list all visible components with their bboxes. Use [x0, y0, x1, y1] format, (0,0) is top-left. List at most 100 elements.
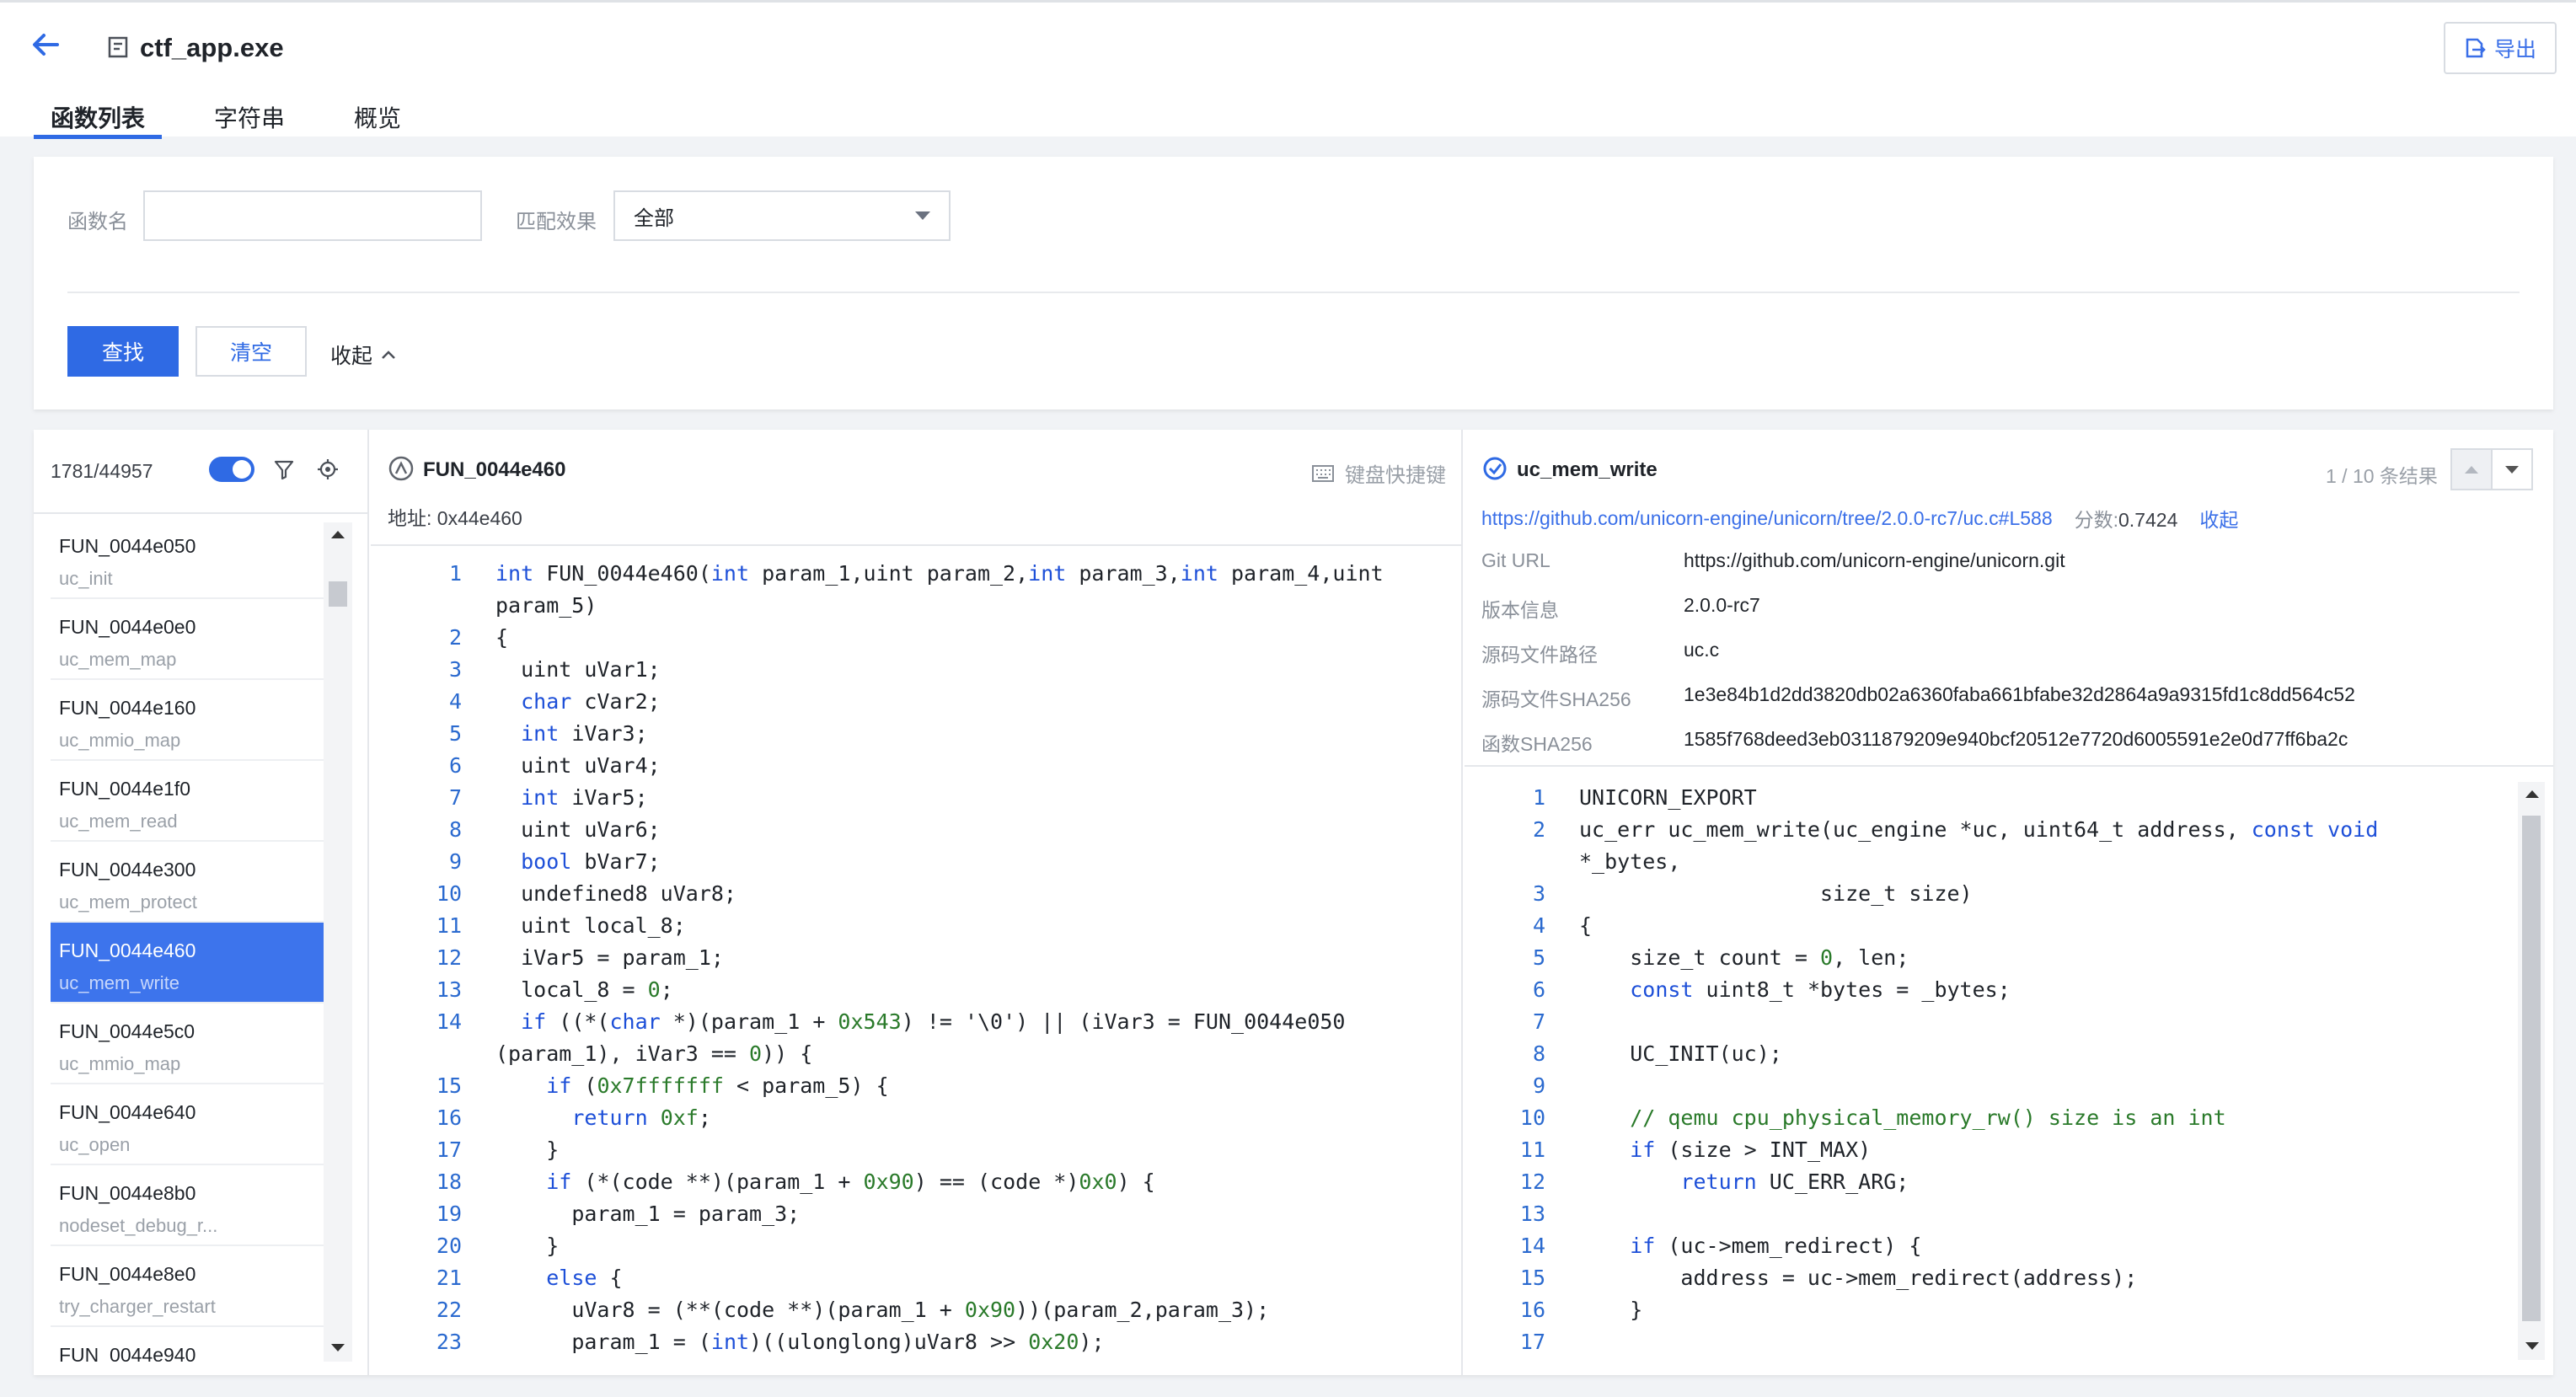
- code-text: uint uVar1;: [495, 657, 661, 682]
- line-number: 14: [1519, 1234, 1545, 1258]
- matched-function-name: try_charger_restart: [59, 1296, 216, 1317]
- function-name: FUN_0044e8e0: [59, 1263, 196, 1285]
- match-select-value: 全部: [634, 206, 674, 230]
- source-link[interactable]: https://github.com/unicorn-engine/unicor…: [1481, 507, 2053, 530]
- list-item[interactable]: FUN_0044e460 uc_mem_write: [51, 923, 324, 1004]
- code-line: 15 if (0x7fffffff < param_5) {: [371, 1070, 1463, 1102]
- line-number: 4: [1532, 913, 1545, 938]
- code-line: 1 int FUN_0044e460(int param_1,uint param…: [371, 558, 1463, 622]
- meta-row: 函数SHA256 1585f768deed3eb0311879209e940bcf…: [1481, 728, 2348, 757]
- line-number: 21: [436, 1266, 462, 1290]
- list-item[interactable]: FUN_0044e640 uc_open: [51, 1084, 324, 1165]
- list-item[interactable]: FUN_0044e8e0 try_charger_restart: [51, 1246, 324, 1327]
- function-name: FUN_0044e940: [59, 1344, 196, 1362]
- scroll-down-icon[interactable]: [2525, 1342, 2539, 1350]
- filter-icon[interactable]: [271, 457, 297, 482]
- line-number: 15: [436, 1073, 462, 1098]
- back-arrow-icon[interactable]: [29, 28, 62, 62]
- keyboard-shortcut-button[interactable]: 键盘快捷键: [1311, 458, 1446, 488]
- code-line: 8 UC_INIT(uc);: [1465, 1038, 2518, 1070]
- code-line: 7: [1465, 1006, 2518, 1038]
- code-line: 1 UNICORN_EXPORT: [1465, 782, 2518, 814]
- clear-button[interactable]: 清空: [195, 326, 307, 377]
- code-text: }: [1579, 1298, 1643, 1322]
- list-item[interactable]: FUN_0044e0e0 uc_mem_map: [51, 599, 324, 680]
- search-button[interactable]: 查找: [67, 326, 179, 377]
- line-number: 14: [436, 1009, 462, 1034]
- scroll-thumb[interactable]: [329, 581, 347, 607]
- match-label: 匹配效果: [516, 211, 597, 233]
- page-title: ctf_app.exe: [140, 33, 284, 62]
- decompile-panel: FUN_0044e460 地址: 0x44e460 键盘快捷键 1 int FUN…: [371, 430, 1463, 1375]
- meta-row: 版本信息 2.0.0-rc7: [1481, 594, 1760, 623]
- code-text: char cVar2;: [521, 689, 661, 714]
- line-number: 22: [436, 1298, 462, 1322]
- meta-row: 源码文件SHA256 1e3e84b1d2dd3820db02a6360faba6…: [1481, 683, 2355, 712]
- list-item[interactable]: FUN_0044e1f0 uc_mem_read: [51, 761, 324, 842]
- scroll-up-icon[interactable]: [331, 531, 345, 538]
- code-line: 20 }: [371, 1230, 1463, 1262]
- prev-result-button[interactable]: [2450, 448, 2493, 490]
- line-number: 13: [1519, 1202, 1545, 1226]
- scroll-up-icon[interactable]: [2525, 790, 2539, 798]
- code-text: int FUN_0044e460(int param_1,uint param_…: [495, 561, 1384, 618]
- match-collapse-link[interactable]: 收起: [2199, 504, 2238, 533]
- list-item[interactable]: FUN_0044e050 uc_init: [51, 518, 324, 599]
- git-url-link[interactable]: https://github.com/unicorn-engine/unicor…: [1684, 549, 2065, 572]
- match-toggle[interactable]: [209, 457, 254, 482]
- function-list: FUN_0044e050 uc_init FUN_0044e0e0 uc_mem_ma…: [51, 518, 324, 1362]
- code-line: 6 uint uVar4;: [371, 750, 1463, 782]
- code-line: 12 iVar5 = param_1;: [371, 942, 1463, 974]
- decompile-code[interactable]: 1 int FUN_0044e460(int param_1,uint param…: [371, 558, 1463, 1375]
- list-item[interactable]: FUN_0044e8b0 nodeset_debug_r...: [51, 1165, 324, 1246]
- line-number: 18: [436, 1170, 462, 1194]
- line-number: 23: [436, 1330, 462, 1354]
- scroll-thumb[interactable]: [2522, 816, 2541, 1321]
- code-text: UNICORN_EXPORT: [1579, 785, 1757, 810]
- code-line: 12 return UC_ERR_ARG;: [1465, 1166, 2518, 1198]
- chevron-up-icon: [2465, 465, 2478, 474]
- code-line: 14 if ((*(char *)(param_1 + 0x543) != '\…: [371, 1006, 1463, 1070]
- locate-icon[interactable]: [315, 457, 340, 482]
- match-header: uc_mem_write 1 / 10 条结果 https://github.c…: [1465, 430, 2553, 767]
- match-select[interactable]: 全部: [613, 190, 951, 241]
- meta-key: 函数SHA256: [1481, 733, 1593, 755]
- list-item[interactable]: FUN_0044e940: [51, 1327, 324, 1362]
- source-scrollbar[interactable]: [2518, 782, 2545, 1360]
- line-number: 12: [1519, 1170, 1545, 1194]
- tab-overview[interactable]: 概览: [337, 94, 418, 139]
- function-name-input[interactable]: [143, 190, 482, 241]
- function-name: FUN_0044e0e0: [59, 616, 196, 638]
- scroll-down-icon[interactable]: [331, 1344, 345, 1352]
- export-icon: [2466, 38, 2486, 58]
- line-number: 6: [1532, 977, 1545, 1002]
- code-text: param_1 = param_3;: [495, 1202, 801, 1226]
- matched-function-name: uc_open: [59, 1134, 131, 1155]
- list-item[interactable]: FUN_0044e300 uc_mem_protect: [51, 842, 324, 923]
- line-number: 10: [1519, 1105, 1545, 1130]
- code-line: 14 if (uc->mem_redirect) {: [1465, 1230, 2518, 1262]
- source-code[interactable]: 1 UNICORN_EXPORT 2 uc_err uc_mem_write(uc_e…: [1465, 782, 2518, 1372]
- score: 分数:0.7424: [2075, 504, 2178, 533]
- matched-function-name: uc_init: [59, 568, 113, 589]
- list-item[interactable]: FUN_0044e160 uc_mmio_map: [51, 680, 324, 761]
- line-number: 12: [436, 945, 462, 970]
- code-text: undefined8 uVar8;: [495, 881, 736, 906]
- line-number: 11: [1519, 1137, 1545, 1162]
- list-scrollbar[interactable]: [324, 522, 352, 1362]
- collapse-toggle[interactable]: 收起: [330, 340, 396, 370]
- tab-strings[interactable]: 字符串: [197, 94, 302, 139]
- export-button[interactable]: 导出: [2444, 22, 2557, 74]
- chevron-down-icon: [2505, 465, 2519, 474]
- file-icon: [108, 36, 128, 58]
- tab-functions[interactable]: 函数列表: [34, 94, 163, 139]
- line-number: 11: [436, 913, 462, 938]
- divider: [67, 292, 2520, 293]
- matched-function-name: uc_mmio_map: [59, 730, 181, 751]
- next-result-button[interactable]: [2491, 448, 2533, 490]
- line-number: 8: [1532, 1041, 1545, 1066]
- function-name: FUN_0044e5c0: [59, 1020, 195, 1042]
- list-item[interactable]: FUN_0044e5c0 uc_mmio_map: [51, 1004, 324, 1084]
